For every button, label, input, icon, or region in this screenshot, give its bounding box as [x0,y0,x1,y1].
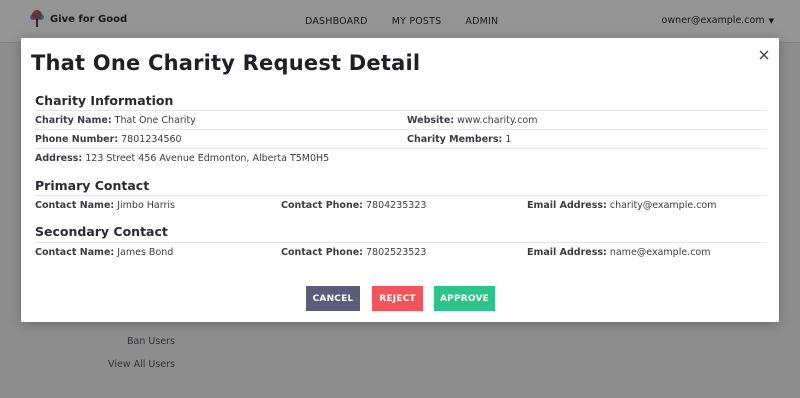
primary-contact-heading: Primary Contact [35,178,150,193]
charity-info-heading: Charity Information [35,93,174,108]
secondary-contact-row: Contact Name: James Bond Contact Phone: … [35,242,767,262]
reject-button[interactable]: REJECT [372,286,423,311]
secondary-contact-heading: Secondary Contact [35,224,168,239]
charity-phone: Phone Number: 7801234560 [35,134,182,145]
charity-name: Charity Name: That One Charity [35,115,196,126]
primary-contact-email: Email Address: charity@example.com [527,200,717,211]
modal-title: That One Charity Request Detail [31,51,421,75]
primary-contact-phone: Contact Phone: 7804235323 [281,200,427,211]
charity-address: Address: 123 Street 456 Avenue Edmonton,… [35,153,330,164]
primary-contact-name: Contact Name: Jimbo Harris [35,200,175,211]
secondary-contact-phone: Contact Phone: 7802523523 [281,247,427,258]
charity-row-3: Address: 123 Street 456 Avenue Edmonton,… [35,148,767,168]
charity-row-2: Phone Number: 7801234560 Charity Members… [35,129,767,149]
secondary-contact-name: Contact Name: James Bond [35,247,174,258]
charity-row-1: Charity Name: That One Charity Website: … [35,110,767,130]
charity-website: Website: www.charity.com [407,115,538,126]
close-icon[interactable] [757,48,771,62]
secondary-contact-email: Email Address: name@example.com [527,247,711,258]
charity-members: Charity Members: 1 [407,134,512,145]
primary-contact-row: Contact Name: Jimbo Harris Contact Phone… [35,195,767,215]
approve-button[interactable]: APPROVE [434,286,495,311]
request-detail-modal: That One Charity Request Detail Charity … [21,38,779,322]
cancel-button[interactable]: CANCEL [306,286,360,311]
